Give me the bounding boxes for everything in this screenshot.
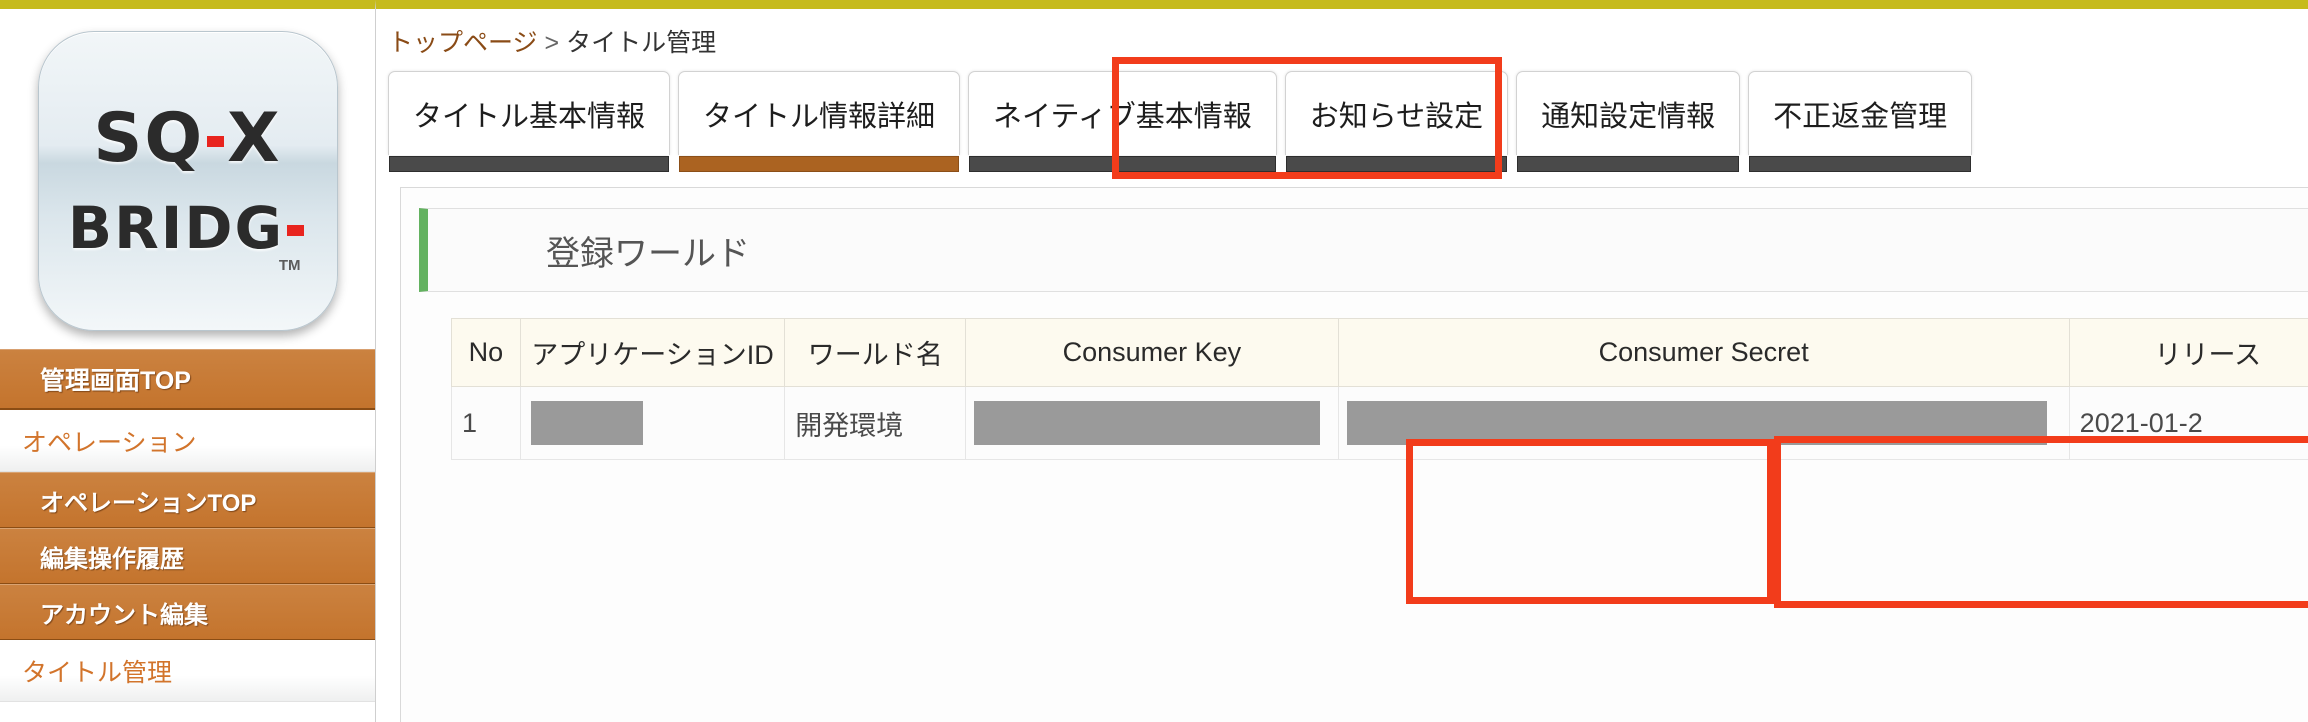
table-header-row: No アプリケーションID ワールド名 Consumer Key Consume… — [451, 318, 2308, 387]
cell-consumer-key — [965, 386, 1339, 460]
column-header-release-date: リリース — [2068, 318, 2308, 387]
sqex-bridge-logo-tile: SQ X BRIDG TM — [37, 31, 338, 331]
tab-title-detail-info[interactable]: タイトル情報詳細 — [678, 71, 961, 172]
logo-trademark: TM — [278, 257, 301, 274]
tab-bar: タイトル基本情報 タイトル情報詳細 ネイティブ基本情報 お知らせ設定 通知設定情… — [388, 71, 1973, 172]
tab-underline — [969, 156, 1276, 172]
tab-underline — [1285, 156, 1508, 172]
logo-text-sqex: SQ X — [93, 105, 281, 173]
tab-underline — [1749, 156, 1972, 172]
breadcrumb-root[interactable]: トップページ — [388, 29, 538, 57]
tab-underline — [389, 156, 670, 172]
breadcrumb: トップページ > タイトル管理 — [388, 9, 2308, 59]
tab-label: タイトル情報詳細 — [703, 101, 936, 133]
column-header-application-id: アプリケーションID — [519, 318, 786, 387]
tab-notification-settings-info[interactable]: 通知設定情報 — [1516, 71, 1741, 172]
logo-accent-dot-icon — [207, 135, 225, 147]
sidebar: SQ X BRIDG TM 管理画面TOP オペレーション オペレーションTOP… — [0, 0, 376, 722]
sidebar-item-admin-top[interactable]: 管理画面TOP — [0, 349, 375, 410]
brand-logo: SQ X BRIDG TM — [0, 9, 375, 349]
panel-header-registered-world: 登録ワールド — [419, 208, 2308, 292]
breadcrumb-current: タイトル管理 — [566, 29, 717, 57]
cell-application-id — [519, 386, 786, 460]
cell-release-date: 2021-01-2 — [2068, 386, 2308, 460]
tab-label: お知らせ設定 — [1309, 101, 1484, 133]
column-header-no: No — [451, 318, 521, 387]
column-header-consumer-key: Consumer Key — [965, 318, 1339, 387]
cell-consumer-secret — [1337, 386, 2070, 460]
column-header-consumer-secret: Consumer Secret — [1337, 318, 2070, 387]
logo-accent-dot-2-icon — [287, 224, 305, 236]
logo-sqex-post: X — [227, 99, 282, 178]
tab-label: タイトル基本情報 — [413, 101, 646, 133]
logo-text-bridge: BRIDG — [68, 199, 307, 257]
tab-label: 不正返金管理 — [1773, 101, 1948, 133]
content-card: 登録ワールド No アプリケーションID ワールド名 Consumer Key … — [400, 187, 2308, 722]
tab-title-basic-info[interactable]: タイトル基本情報 — [388, 71, 671, 172]
table-row: 1 開発環境 2021-01-2 — [451, 386, 2308, 460]
tab-notice-settings[interactable]: お知らせ設定 — [1284, 71, 1509, 172]
sidebar-group-title-management[interactable]: タイトル管理 — [0, 640, 375, 702]
logo-bridge-pre: BRIDG — [67, 194, 285, 262]
cell-world-name: 開発環境 — [784, 386, 967, 460]
redaction-mask-consumer-secret — [1346, 401, 2047, 445]
sidebar-item-edit-history[interactable]: 編集操作履歴 — [0, 528, 375, 584]
tab-fraud-refund-management[interactable]: 不正返金管理 — [1748, 71, 1973, 172]
tab-underline — [1517, 156, 1740, 172]
breadcrumb-separator: > — [544, 29, 560, 57]
tab-label: ネイティブ基本情報 — [993, 101, 1252, 133]
registered-world-table: No アプリケーションID ワールド名 Consumer Key Consume… — [451, 318, 2308, 460]
cell-no: 1 — [451, 386, 521, 460]
main-content: トップページ > タイトル管理 タイトル基本情報 タイトル情報詳細 ネイティブ基本情… — [376, 0, 2308, 722]
admin-page: SQ X BRIDG TM 管理画面TOP オペレーション オペレーションTOP… — [0, 0, 2308, 722]
redaction-mask-consumer-key — [974, 401, 1321, 445]
column-header-world-name: ワールド名 — [784, 318, 967, 387]
redaction-mask-application-id — [530, 401, 643, 445]
tab-underline-active — [679, 156, 960, 172]
logo-sqex-pre: SQ — [93, 99, 205, 178]
panel-title: 登録ワールド — [546, 235, 750, 273]
sidebar-item-account-edit[interactable]: アカウント編集 — [0, 584, 375, 640]
sidebar-item-operation-top[interactable]: オペレーションTOP — [0, 472, 375, 528]
tab-native-basic-info[interactable]: ネイティブ基本情報 — [968, 71, 1277, 172]
tab-label: 通知設定情報 — [1541, 101, 1716, 133]
sidebar-group-operation[interactable]: オペレーション — [0, 410, 375, 472]
registered-world-table-wrap: No アプリケーションID ワールド名 Consumer Key Consume… — [451, 318, 2308, 460]
